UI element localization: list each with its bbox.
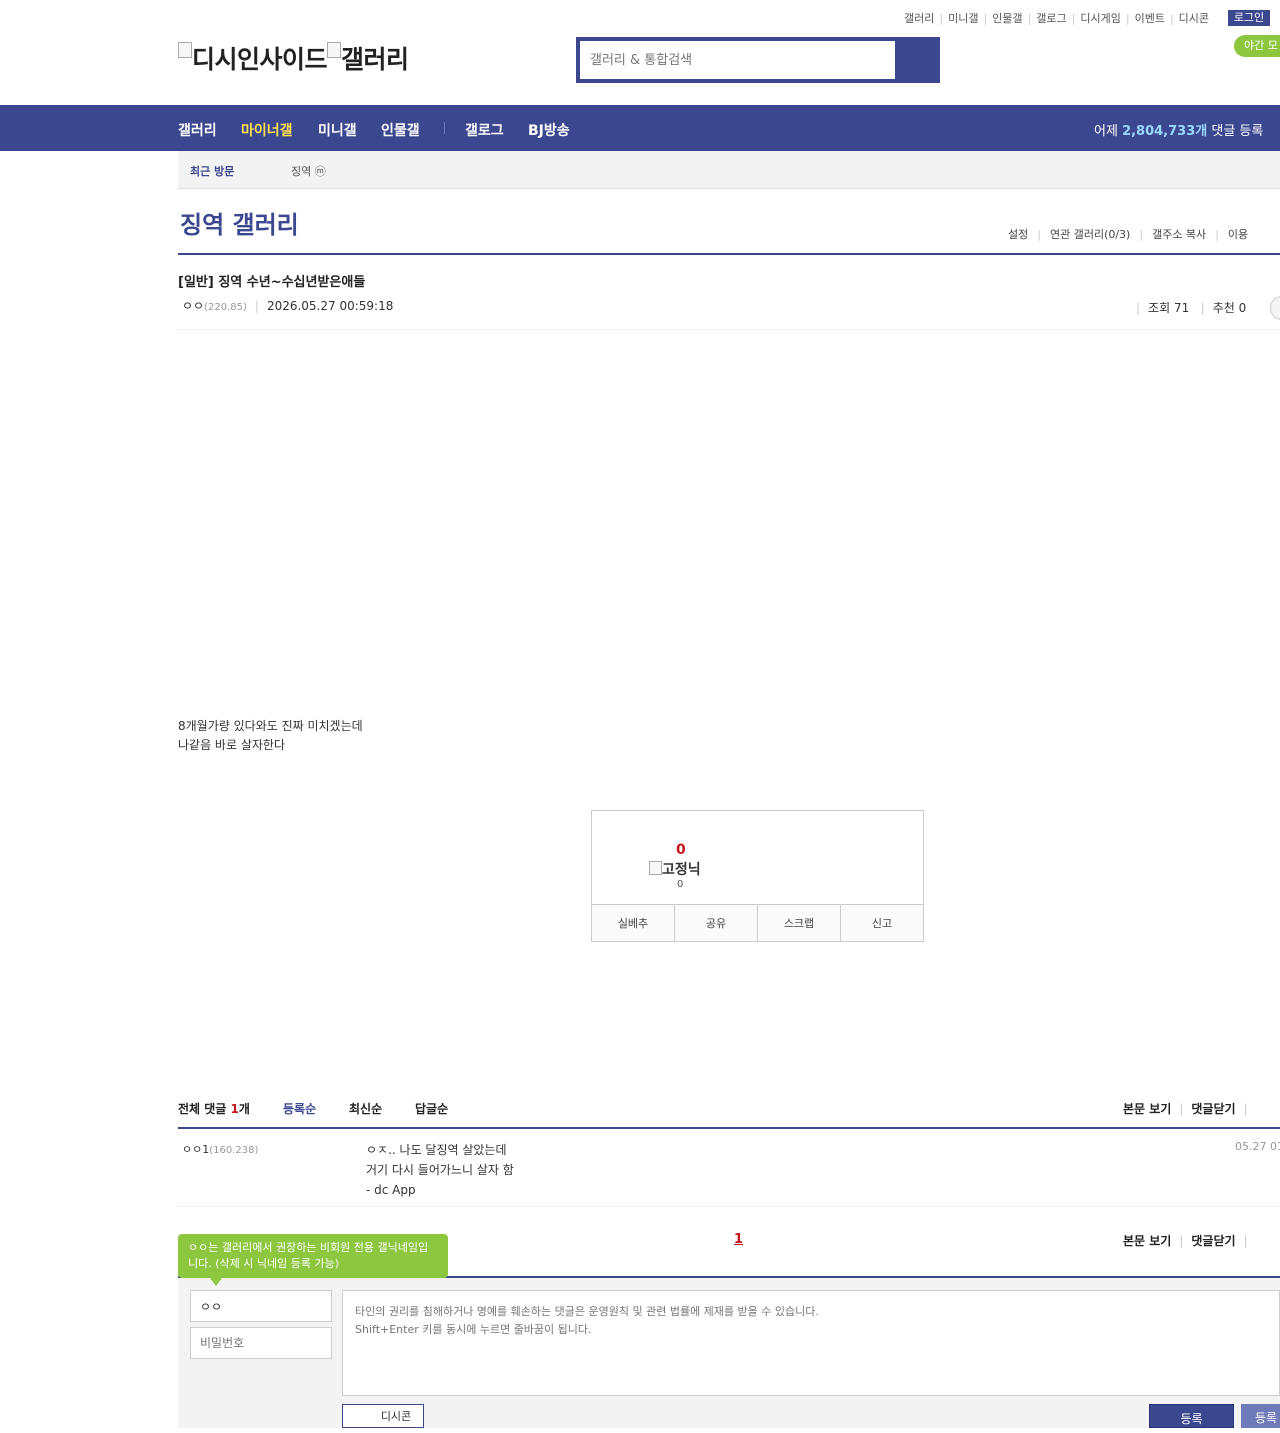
nav-person-gallery[interactable]: 인물갤 <box>381 120 420 140</box>
password-field[interactable] <box>190 1327 332 1359</box>
view-body-link[interactable]: 본문 보기 <box>1123 1102 1171 1116</box>
tooltip-arrow <box>210 1278 222 1286</box>
close-comments-link[interactable]: 댓글닫기 <box>1191 1102 1235 1116</box>
comment-count-header: 전체 댓글 1개 <box>178 1102 250 1116</box>
usage-link[interactable]: 이용 <box>1228 228 1248 241</box>
submit-comment-button[interactable]: 등록 <box>1149 1404 1234 1428</box>
recent-visits-label[interactable]: 최근 방문 <box>190 163 234 179</box>
top-link-dccon[interactable]: 디시콘 <box>1179 12 1209 25</box>
sort-by-replies[interactable]: 답글순 <box>415 1100 448 1117</box>
comment-count: 1 <box>230 1102 239 1116</box>
comment-page-1[interactable]: 1 <box>734 1232 743 1247</box>
gallery-settings-link[interactable]: 설정 <box>1008 228 1028 241</box>
comment-date: 05.27 01 <box>1235 1140 1280 1153</box>
post-date: 2026.05.27 00:59:18 <box>266 299 394 313</box>
close-comments-link[interactable]: 댓글닫기 <box>1191 1234 1235 1248</box>
nav-divider <box>444 122 445 134</box>
real-best-button[interactable]: 실베추 <box>592 905 675 941</box>
logo-gallery-text: 갤러리 <box>341 45 409 74</box>
view-body-link[interactable]: 본문 보기 <box>1123 1234 1171 1248</box>
top-link-gallery[interactable]: 갤러리 <box>904 12 934 25</box>
comment-line: ㅇㅈ.. 나도 달징역 살았는데 <box>366 1143 507 1157</box>
sort-by-latest[interactable]: 최신순 <box>349 1100 382 1117</box>
meta-divider <box>178 329 1280 330</box>
fixed-nick-recommend[interactable]: 고정닉 <box>649 859 701 879</box>
search-input[interactable] <box>580 41 895 79</box>
login-button[interactable]: 로그인 <box>1228 10 1270 26</box>
comment-line: 거기 다시 들어가느니 살자 함 <box>366 1163 514 1177</box>
fixed-nick-label: 고정닉 <box>662 862 701 878</box>
top-link-event[interactable]: 이벤트 <box>1135 12 1165 25</box>
nav-bj-broadcast[interactable]: BJ방송 <box>528 120 570 140</box>
comment-stat-value: 2,804,733개 <box>1122 124 1208 139</box>
post-recommend: 추천 0 <box>1212 301 1247 315</box>
post-title: [일반] 징역 수년~수십년받은애들 <box>178 275 366 290</box>
post-body: 8개월가량 있다와도 진짜 미치겠는데 나같음 바로 살자한다 <box>178 717 363 755</box>
broken-image-icon <box>327 42 342 58</box>
comment-links-bottom: 본문 보기 | 댓글닫기 | <box>1123 1234 1248 1248</box>
related-gallery-link[interactable]: 연관 갤러리(0/3) <box>1050 228 1130 241</box>
logo-site-text: 디시인사이드 <box>192 45 328 74</box>
nav-mini-gallery[interactable]: 미니갤 <box>318 120 357 140</box>
gallery-links: 설정 | 연관 갤러리(0/3) | 갤주소 복사 | 이용 <box>1008 228 1249 241</box>
comment-stat: 어제 2,804,733개 댓글 등록 <box>1094 124 1264 139</box>
top-link-dcgame[interactable]: 디시게임 <box>1080 12 1120 25</box>
main-nav: 갤러리 마이너갤 미니갤 인물갤 갤로그 BJ방송 어제 2,804,733개 … <box>0 105 1280 151</box>
post-body-line: 나같음 바로 살자한다 <box>178 738 285 752</box>
sort-by-registration[interactable]: 등록순 <box>283 1100 316 1117</box>
nav-gallery[interactable]: 갤러리 <box>178 120 217 140</box>
share-button[interactable]: 공유 <box>675 905 758 941</box>
recommend-count: 0 <box>676 842 686 858</box>
post-writer-ip: (220.85) <box>204 302 247 313</box>
nickname-field[interactable] <box>190 1290 332 1322</box>
recent-visit-item[interactable]: 징역 ⓜ <box>291 163 326 179</box>
search-box <box>576 37 940 83</box>
comment-line: - dc App <box>366 1183 416 1197</box>
recommend-box: 0 고정닉 0 실베추 공유 스크랩 신고 <box>591 810 924 942</box>
nickname-tooltip: ㅇㅇ는 갤러리에서 권장하는 비회원 전용 갤닉네임입니다. (삭제 시 닉네임… <box>178 1234 448 1278</box>
nav-minor-gallery[interactable]: 마이너갤 <box>241 120 293 140</box>
comment-writer[interactable]: ㅇㅇ1(160.238) <box>182 1141 258 1157</box>
submit-recommend-button[interactable]: 등록 <box>1241 1404 1280 1428</box>
top-link-gallog[interactable]: 갤로그 <box>1036 12 1066 25</box>
top-link-person-gall[interactable]: 인물갤 <box>992 12 1022 25</box>
top-link-minigall[interactable]: 미니갤 <box>948 12 978 25</box>
site-logo[interactable]: 디시인사이드 갤러리 <box>178 40 409 76</box>
more-options-button[interactable] <box>1270 296 1280 320</box>
dccon-button[interactable]: 디시콘 <box>342 1404 424 1428</box>
comment-links-top: 본문 보기 | 댓글닫기 | <box>1123 1102 1248 1116</box>
gallery-title[interactable]: 징역 갤러리 <box>180 205 299 240</box>
post-stats: | 조회 71 | 추천 0 <box>1136 301 1247 315</box>
broken-image-icon <box>649 861 662 875</box>
fixed-nick-count: 0 <box>677 879 684 890</box>
post-views: 조회 71 <box>1148 301 1190 315</box>
post-action-buttons: 실베추 공유 스크랩 신고 <box>592 904 923 941</box>
broken-image-icon <box>178 42 192 58</box>
night-mode-button[interactable]: 야간 모 <box>1234 35 1280 57</box>
post-body-line: 8개월가량 있다와도 진짜 미치겠는데 <box>178 719 363 733</box>
comment-textarea[interactable] <box>342 1290 1280 1396</box>
comment-text[interactable]: ㅇㅈ.. 나도 달징역 살았는데 거기 다시 들어가느니 살자 함 - dc A… <box>366 1140 514 1200</box>
title-divider <box>178 253 1280 255</box>
scrap-button[interactable]: 스크랩 <box>758 905 841 941</box>
copy-gallery-url-link[interactable]: 갤주소 복사 <box>1152 228 1206 241</box>
post-meta: ㅇㅇ(220.85) | 2026.05.27 00:59:18 <box>182 299 394 313</box>
post-writer[interactable]: ㅇㅇ <box>182 299 204 313</box>
comments-divider <box>178 1127 1280 1129</box>
report-button[interactable]: 신고 <box>841 905 923 941</box>
top-links: 갤러리 | 미니갤 | 인물갤 | 갤로그 | 디시게임 | 이벤트 | 디시콘 <box>904 12 1210 25</box>
nav-gallog[interactable]: 갤로그 <box>465 120 504 140</box>
recent-visits-bar: 최근 방문 징역 ⓜ <box>178 151 1280 189</box>
comment-row-divider <box>178 1206 1280 1207</box>
comment-writer-ip: (160.238) <box>209 1145 259 1156</box>
